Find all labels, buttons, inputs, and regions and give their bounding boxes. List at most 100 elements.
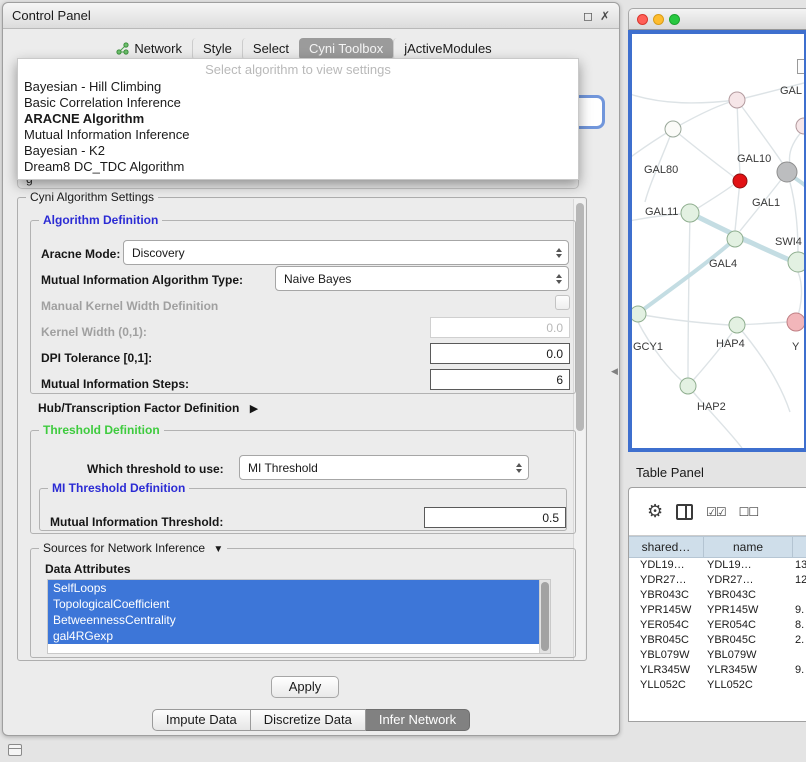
gear-icon[interactable]: ⚙ xyxy=(647,501,663,522)
minimize-traffic-light[interactable] xyxy=(653,14,664,25)
algorithm-option[interactable]: Bayesian - K2 xyxy=(18,143,578,159)
column-header-shared-name[interactable]: shared… xyxy=(629,537,704,557)
network-view-window: GAL GAL80 GAL10 GAL11 GAL1 SWI4 GAL4 GCY… xyxy=(628,8,806,452)
which-threshold-label: Which threshold to use: xyxy=(87,462,224,476)
scrollbar-thumb[interactable] xyxy=(541,582,549,651)
node-gcy1[interactable] xyxy=(632,306,646,322)
data-attributes-list[interactable]: SelfLoops TopologicalCoefficient Between… xyxy=(47,579,551,654)
table-row[interactable]: YDR27… YDR27… 12 xyxy=(629,573,806,588)
algorithm-option-selected[interactable]: ARACNE Algorithm xyxy=(18,111,578,127)
dpi-tolerance-input[interactable]: 0.0 xyxy=(430,343,570,364)
columns-icon[interactable] xyxy=(676,504,693,520)
deselect-all-checkboxes-icon[interactable]: ☐☐ xyxy=(739,505,759,519)
attribute-item-selected[interactable]: TopologicalCoefficient xyxy=(48,596,540,612)
table-row[interactable]: YDL19… YDL19… 13 xyxy=(629,558,806,573)
node-label: GAL4 xyxy=(709,258,737,270)
panel-collapse-icon[interactable]: ◀ xyxy=(611,366,618,377)
mi-threshold-group: MI Threshold Definition Mutual Informati… xyxy=(39,488,567,531)
node-gal[interactable] xyxy=(796,118,804,134)
table-row[interactable]: YBR045C YBR045C 2. xyxy=(629,633,806,648)
node-hap2[interactable] xyxy=(680,378,696,394)
float-icon[interactable]: ◻ xyxy=(583,9,593,23)
mi-steps-input[interactable]: 6 xyxy=(430,369,570,390)
tab-jactivemodules[interactable]: jActiveModules xyxy=(393,38,501,60)
node-label: Y xyxy=(792,341,800,353)
cell: YER054C xyxy=(704,618,793,633)
kernel-width-input[interactable]: 0.0 xyxy=(430,317,570,338)
mi-threshold-input[interactable]: 0.5 xyxy=(424,507,566,528)
algorithm-definition-group: Algorithm Definition Aracne Mode: Discov… xyxy=(30,220,576,394)
table-row[interactable]: YLR345W YLR345W 9. xyxy=(629,663,806,678)
node-y[interactable] xyxy=(787,313,804,331)
table-row[interactable]: YPR145W YPR145W 9. xyxy=(629,603,806,618)
cell: YBR045C xyxy=(629,633,704,648)
mi-algorithm-type-select[interactable]: Naive Bayes xyxy=(275,266,569,291)
tab-select[interactable]: Select xyxy=(242,38,299,60)
node-hap4[interactable] xyxy=(729,317,745,333)
cell: YDR27… xyxy=(629,573,704,588)
node-gal4[interactable] xyxy=(727,231,743,247)
tab-discretize-data[interactable]: Discretize Data xyxy=(251,709,366,731)
network-graph[interactable]: GAL GAL80 GAL10 GAL11 GAL1 SWI4 GAL4 GCY… xyxy=(632,34,804,448)
scrollbar-fragment[interactable] xyxy=(797,59,806,74)
sources-toggle[interactable]: Sources for Network Inference ▼ xyxy=(39,541,227,555)
column-header-partial[interactable] xyxy=(793,537,806,557)
close-icon[interactable]: ✗ xyxy=(600,9,610,23)
select-all-checkboxes-icon[interactable]: ☑☑ xyxy=(706,505,726,519)
sources-group: Sources for Network Inference ▼ Data Att… xyxy=(30,548,576,658)
node-gal10[interactable] xyxy=(733,174,747,188)
attribute-item-selected[interactable]: BetweennessCentrality xyxy=(48,612,540,628)
tab-network[interactable]: Network xyxy=(106,38,192,60)
node-label: GAL80 xyxy=(644,164,678,176)
tab-impute-data[interactable]: Impute Data xyxy=(152,709,251,731)
attribute-item-selected[interactable]: gal4RGexp xyxy=(48,628,540,644)
zoom-traffic-light[interactable] xyxy=(669,14,680,25)
cell: YDL19… xyxy=(704,558,793,573)
algorithm-option[interactable]: Basic Correlation Inference xyxy=(18,95,578,111)
aracne-mode-select[interactable]: Discovery xyxy=(123,240,569,265)
node-gal80[interactable] xyxy=(665,121,681,137)
column-header-name[interactable]: name xyxy=(704,537,793,557)
control-panel-titlebar[interactable]: Control Panel ◻ ✗ xyxy=(3,3,619,29)
node-swi4[interactable] xyxy=(788,252,804,272)
scrollbar-thumb[interactable] xyxy=(576,203,584,431)
tab-infer-network[interactable]: Infer Network xyxy=(366,709,470,731)
chevron-right-icon[interactable]: ▶ xyxy=(250,403,258,415)
node-gal1[interactable] xyxy=(777,162,797,182)
network-window-titlebar[interactable] xyxy=(628,8,806,30)
table-row[interactable]: YLL052C YLL052C xyxy=(629,678,806,693)
control-panel-window: Control Panel ◻ ✗ Network Style Select C… xyxy=(2,2,620,736)
cell: YBL079W xyxy=(704,648,793,663)
mi-steps-label: Mutual Information Steps: xyxy=(41,377,189,391)
attribute-item-selected[interactable]: SelfLoops xyxy=(48,580,540,596)
cell: YLR345W xyxy=(704,663,793,678)
tab-label: jActiveModules xyxy=(404,41,491,56)
node-label: GAL1 xyxy=(752,197,780,209)
mini-panel-icon[interactable] xyxy=(8,744,22,756)
algorithm-option[interactable]: Dream8 DC_TDC Algorithm xyxy=(18,159,578,175)
manual-kernel-width-checkbox[interactable] xyxy=(555,295,570,310)
table-row[interactable]: YBR043C YBR043C xyxy=(629,588,806,603)
dropdown-placeholder: Select algorithm to view settings xyxy=(18,61,578,79)
which-threshold-select[interactable]: MI Threshold xyxy=(239,455,529,480)
mi-steps-value: 6 xyxy=(556,373,563,387)
cell: 2. xyxy=(793,633,806,648)
cyni-algorithm-settings-group: Cyni Algorithm Settings Algorithm Defini… xyxy=(17,197,587,661)
hub-definition-toggle[interactable]: Hub/Transcription Factor Definition ▶ xyxy=(38,401,258,415)
attributes-list-scrollbar[interactable] xyxy=(539,580,550,653)
algorithm-option[interactable]: Bayesian - Hill Climbing xyxy=(18,79,578,95)
close-traffic-light[interactable] xyxy=(637,14,648,25)
table-row[interactable]: YBL079W YBL079W xyxy=(629,648,806,663)
table-row[interactable]: YER054C YER054C 8. xyxy=(629,618,806,633)
chevron-down-icon[interactable]: ▼ xyxy=(213,544,223,555)
network-canvas[interactable]: GAL GAL80 GAL10 GAL11 GAL1 SWI4 GAL4 GCY… xyxy=(628,30,806,452)
tab-style[interactable]: Style xyxy=(192,38,242,60)
tab-cyni-toolbox[interactable]: Cyni Toolbox xyxy=(299,38,393,60)
apply-button[interactable]: Apply xyxy=(271,676,339,698)
combo-arrows-icon xyxy=(556,248,562,258)
node-top[interactable] xyxy=(729,92,745,108)
node-label: HAP2 xyxy=(697,401,726,413)
cell: YDR27… xyxy=(704,573,793,588)
node-gal11[interactable] xyxy=(681,204,699,222)
algorithm-option[interactable]: Mutual Information Inference xyxy=(18,127,578,143)
